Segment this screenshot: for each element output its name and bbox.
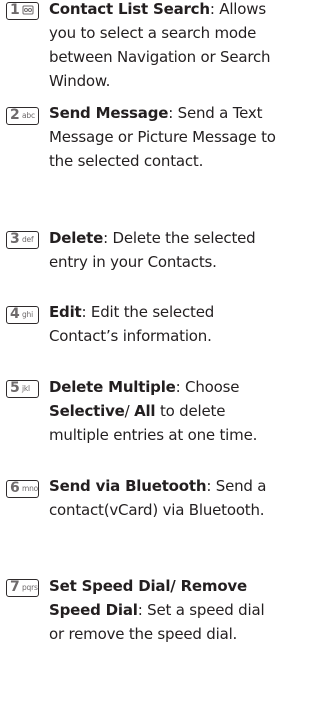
item-term: Contact List Search	[49, 0, 210, 18]
item-term: Delete	[49, 229, 104, 247]
key-1-icon: 1	[6, 2, 39, 20]
item-description: Edit: Edit the selected Contact’s inform…	[49, 300, 281, 348]
item-description: Contact List Search: Allows you to selec…	[49, 0, 281, 93]
item-term: Send via Bluetooth	[49, 477, 207, 495]
item-term: Edit	[49, 303, 82, 321]
item-description: Delete: Delete the selected entry in you…	[49, 226, 281, 274]
item-description: Delete Multiple: Choose Selective/ All t…	[49, 375, 281, 447]
item-term: Delete Multiple	[49, 378, 176, 396]
voicemail-icon	[22, 5, 34, 18]
key-6-icon: 6 mno	[6, 480, 39, 498]
key-2-icon: 2 abc	[6, 107, 39, 125]
item-description: Send via Bluetooth: Send a contact(vCard…	[49, 474, 281, 522]
item-term: Send Message	[49, 104, 169, 122]
option-all: All	[134, 402, 156, 420]
item-text: : Choose	[175, 378, 240, 396]
key-4-icon: 4 ghi	[6, 306, 39, 324]
key-3-icon: 3 def	[6, 231, 39, 249]
option-selective: Selective	[49, 402, 125, 420]
item-text: /	[124, 402, 135, 420]
key-7-icon: 7 pqrs	[6, 579, 39, 597]
voicemail-glyph-icon	[22, 5, 34, 15]
key-5-icon: 5 jkl	[6, 380, 39, 398]
item-description: Set Speed Dial/ Remove Speed Dial: Set a…	[49, 574, 281, 646]
item-description: Send Message: Send a Text Message or Pic…	[49, 101, 281, 173]
